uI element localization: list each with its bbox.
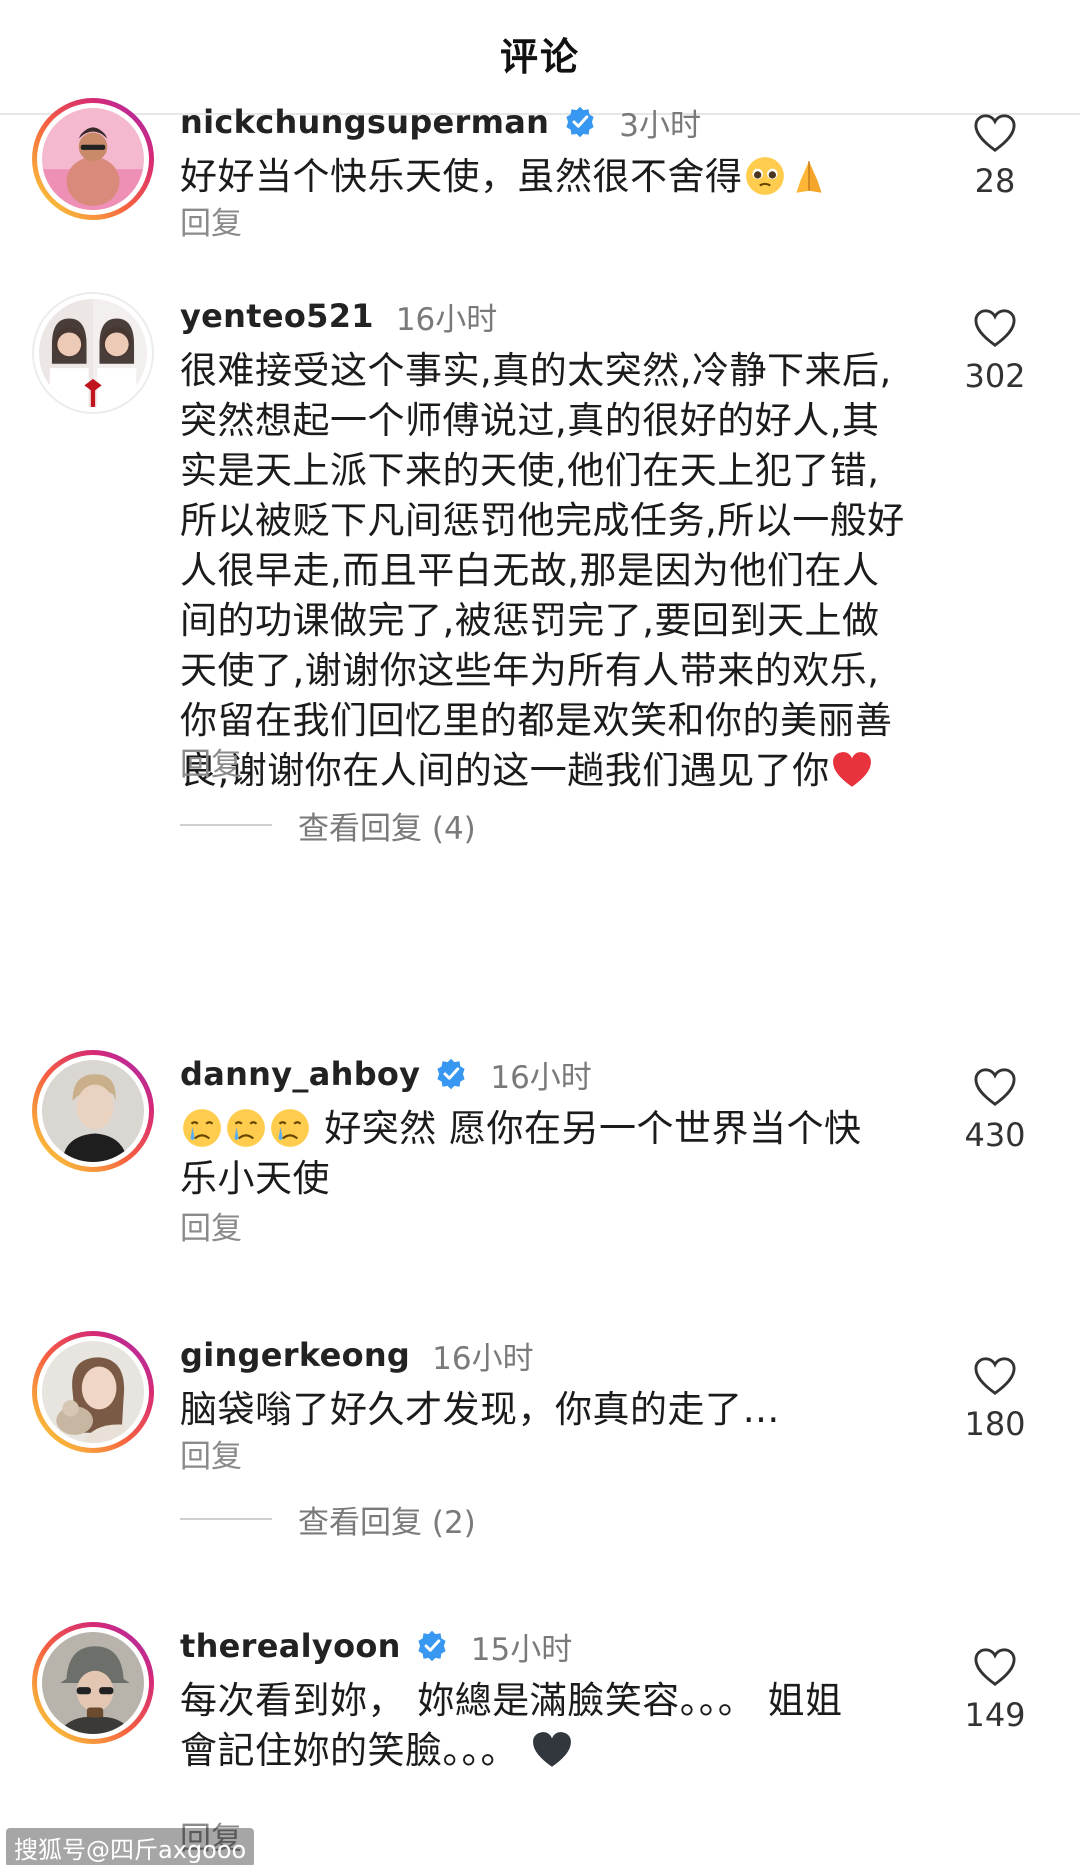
folded-hands-emoji [795,161,822,193]
comment-meta: therealyoon 15小时 [180,1624,572,1668]
avatar-story-ring[interactable] [32,98,154,220]
verified-badge-icon [566,106,594,138]
avatar-story-ring[interactable] [32,1050,154,1172]
watermark: 搜狐号@四斤axgooo [6,1828,255,1865]
comment-line: 间的功课做完了,被惩罚完了,要回到天上做 [180,599,880,642]
avatar [42,1632,144,1734]
comment-line: 好突然 愿你在另一个世界当个快 [324,1107,862,1150]
avatar [42,108,144,210]
comment-text: 脑袋嗡了好久才发现，你真的走了… [180,1385,940,1435]
verified-badge-icon [437,1058,465,1090]
heart-icon[interactable] [972,1066,1018,1108]
view-replies-button[interactable]: 查看回复 (2) [180,1499,476,1541]
heart-icon[interactable] [972,1355,1018,1397]
pleading-face-emoji [745,157,784,195]
like-control: 149 [955,1646,1035,1734]
comment-time: 15小时 [470,1631,573,1668]
username[interactable]: therealyoon [180,1627,401,1665]
comment-time: 16小时 [395,301,498,338]
black-heart-emoji [533,1732,572,1767]
username[interactable]: yenteo521 [180,297,374,335]
divider-line [180,824,272,826]
crying-face-emoji [271,1109,309,1147]
avatar [42,1060,144,1162]
verified-badge-icon [418,1630,446,1662]
comment-meta: yenteo521 16小时 [180,294,497,338]
view-replies-label: 查看回复 (4) [298,810,476,847]
comment-meta: nickchungsuperman 3小时 [180,100,701,144]
reply-button[interactable]: 回复 [180,1203,242,1248]
comment-time: 16小时 [490,1059,592,1096]
comment-line: 所以被贬下凡间惩罚他完成任务,所以一般好 [180,499,905,542]
divider-line [180,1518,272,1520]
comment-line: 好好当个快乐天使，虽然很不舍得 [180,155,743,198]
comment-line: 人很早走,而且平白无故,那是因为他们在人 [180,549,880,592]
view-replies-label: 查看回复 (2) [298,1504,476,1541]
comment-line: 脑袋嗡了好久才发现，你真的走了… [180,1388,780,1431]
comment-meta: gingerkeong 16小时 [180,1333,534,1377]
heart-icon[interactable] [972,112,1018,154]
avatar [42,1341,144,1443]
comment-line: 你留在我们回忆里的都是欢笑和你的美丽善 [180,699,893,742]
comment-line: 天使了,谢谢你这些年为所有人带来的欢乐, [180,649,880,692]
reply-button[interactable]: 回复 [180,739,242,784]
like-count: 302 [964,357,1026,395]
comment-line: 很难接受这个事实,真的太突然,冷静下来后, [180,349,892,392]
comment-meta: danny_ahboy 16小时 [180,1052,592,1096]
comment-line: 良,谢谢你在人间的这一趟我们遇见了你 [180,749,830,792]
username[interactable]: nickchungsuperman [180,103,549,141]
view-replies-button[interactable]: 查看回复 (4) [180,805,476,847]
like-count: 430 [964,1116,1026,1154]
reply-button[interactable]: 回复 [180,1431,242,1476]
comments-header: 评论 [0,0,1080,115]
like-count: 28 [974,162,1016,200]
comment-line: 會記住妳的笑臉。。。 [180,1729,518,1772]
comment-text: 好突然 愿你在另一个世界当个快 乐小天使 [180,1104,940,1204]
heart-icon[interactable] [972,1646,1018,1688]
crying-face-emoji [183,1109,221,1147]
username[interactable]: gingerkeong [180,1336,410,1374]
like-count: 149 [964,1696,1026,1734]
like-control: 28 [955,112,1035,200]
comment-text: 很难接受这个事实,真的太突然,冷静下来后, 突然想起一个师傅说过,真的很好的好人… [180,346,940,796]
page-title: 评论 [499,35,580,79]
avatar [39,299,147,407]
avatar-ring[interactable] [32,292,154,414]
crying-face-emoji [227,1109,265,1147]
comment-line: 实是天上派下来的天使,他们在天上犯了错, [180,449,880,492]
comment-time: 3小时 [619,107,701,144]
comment-line: 每次看到妳， 妳總是滿臉笑容。。。 姐姐 [180,1679,843,1722]
like-control: 430 [955,1066,1035,1154]
comment-line: 突然想起一个师傅说过,真的很好的好人,其 [180,399,880,442]
like-control: 180 [955,1355,1035,1443]
reply-button[interactable]: 回复 [180,198,242,243]
like-count: 180 [964,1405,1026,1443]
avatar-story-ring[interactable] [32,1622,154,1744]
comment-text: 每次看到妳， 妳總是滿臉笑容。。。 姐姐 會記住妳的笑臉。。。 [180,1676,940,1776]
like-control: 302 [955,307,1035,395]
comments-screen: 评论 nickchungsuperman 3小时 好好当个快乐天使，虽然很不舍得… [0,0,1080,1865]
avatar-story-ring[interactable] [32,1331,154,1453]
username[interactable]: danny_ahboy [180,1055,420,1093]
comment-text: 好好当个快乐天使，虽然很不舍得 [180,152,940,202]
heart-icon[interactable] [972,307,1018,349]
comment-line: 乐小天使 [180,1157,330,1200]
red-heart-emoji [832,752,871,787]
comment-time: 16小时 [432,1340,534,1377]
